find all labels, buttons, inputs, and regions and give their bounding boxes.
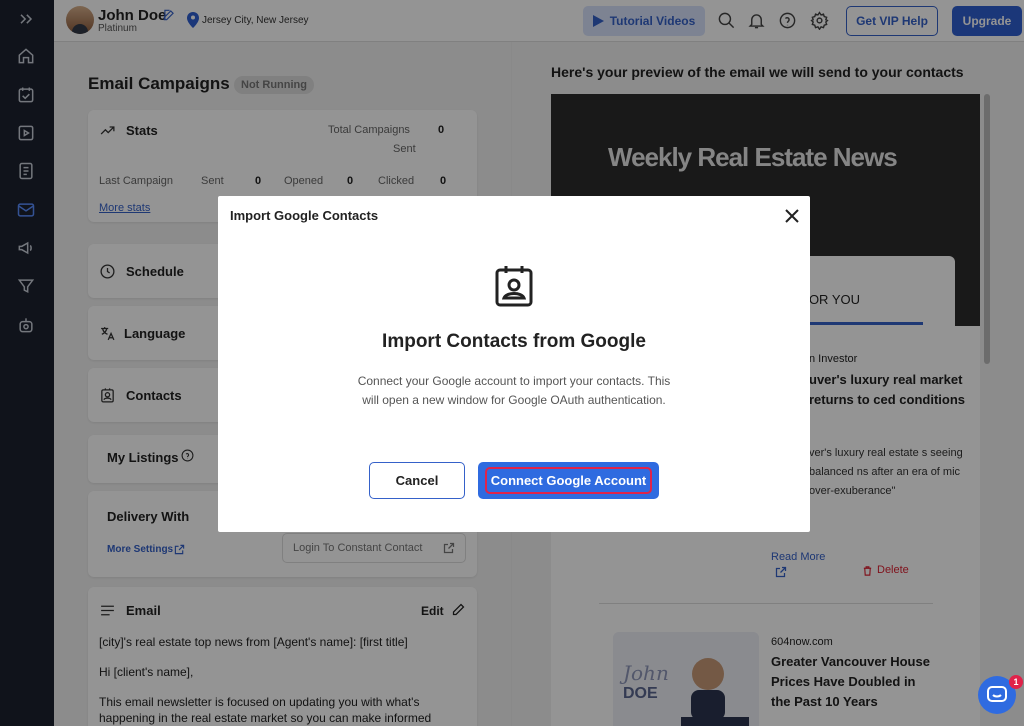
- connect-google-account-button[interactable]: Connect Google Account: [478, 462, 659, 499]
- dialog-description: Connect your Google account to import yo…: [357, 374, 671, 407]
- connect-google-account-label: Connect Google Account: [490, 473, 647, 488]
- chat-icon: [987, 686, 1007, 702]
- close-icon[interactable]: [784, 208, 800, 224]
- dialog-header: Import Google Contacts: [230, 208, 379, 223]
- cancel-button[interactable]: Cancel: [369, 462, 465, 499]
- import-google-contacts-dialog: Import Google Contacts Import Contacts f…: [218, 196, 810, 532]
- contact-card-icon: [495, 266, 533, 307]
- chat-unread-badge: 1: [1009, 675, 1023, 689]
- dialog-title: Import Contacts from Google: [382, 331, 646, 352]
